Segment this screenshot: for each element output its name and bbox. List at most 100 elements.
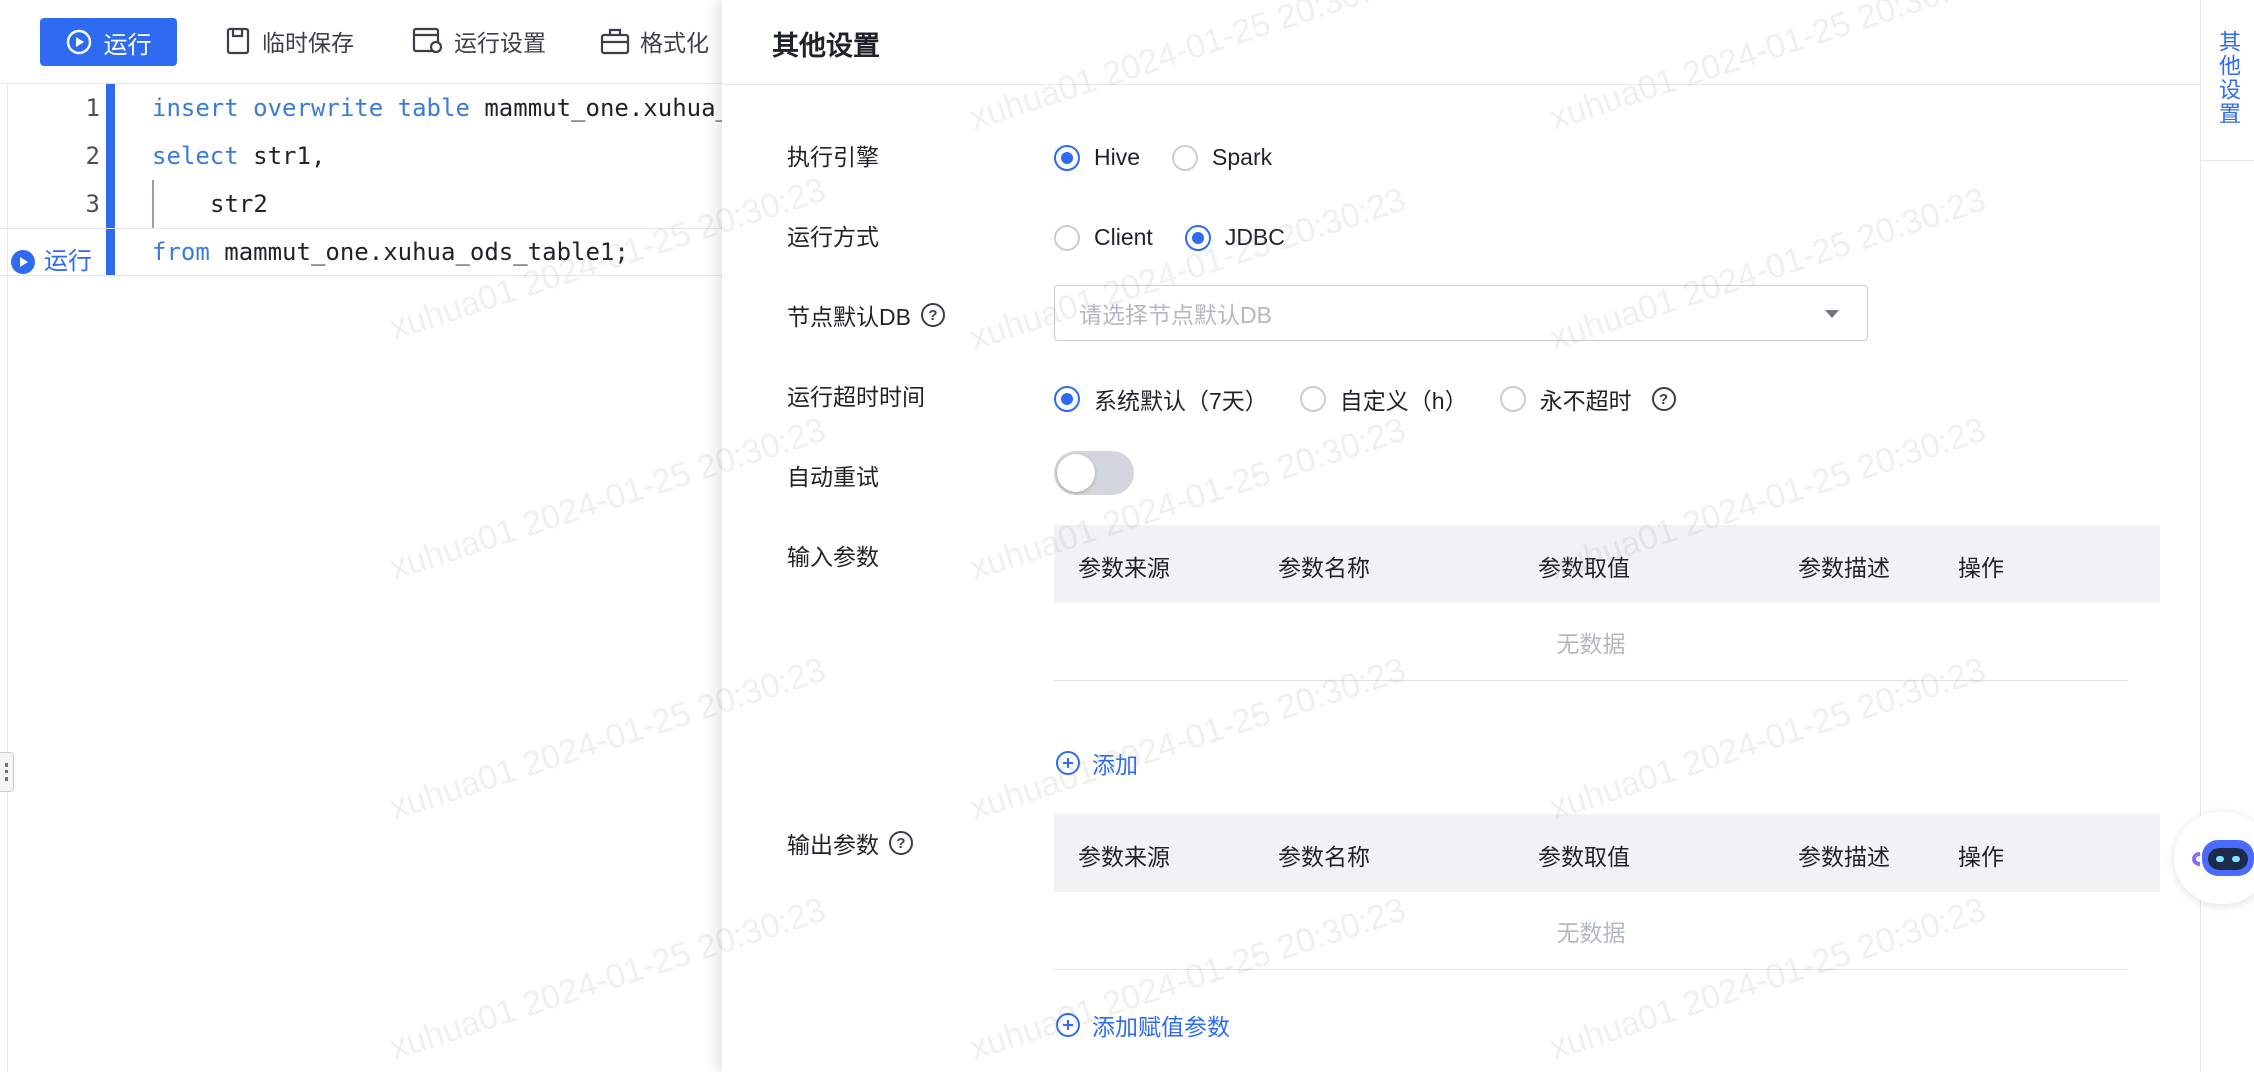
input-params-label-text: 输入参数 <box>787 544 879 570</box>
temp-save-button[interactable]: 临时保存 <box>226 24 354 58</box>
timeout-option-custom[interactable]: 自定义（h） <box>1299 382 1468 416</box>
settings-window-icon <box>412 27 443 54</box>
empty-state: 无数据 <box>1054 892 2128 970</box>
tab-other-settings[interactable]: 其他设置 <box>2201 20 2254 136</box>
column-header: 参数取值 <box>1538 555 1630 581</box>
code-line-3[interactable]: 3 str2 <box>0 180 722 228</box>
radio-label: JDBC <box>1224 224 1285 250</box>
table-header: 参数来源 参数名称 参数取值 参数描述 操作 <box>1054 525 2160 603</box>
column-header: 操作 <box>1958 844 2004 870</box>
temp-save-label: 临时保存 <box>262 30 354 56</box>
column-header: 参数名称 <box>1278 555 1370 581</box>
auto-retry-label-text: 自动重试 <box>787 464 879 490</box>
code-text: from mammut_one.xuhua_ods_table1; <box>152 228 629 276</box>
run-settings-label: 运行设置 <box>454 30 546 56</box>
radio-dot <box>1184 224 1211 251</box>
run-settings-button[interactable]: 运行设置 <box>412 24 546 58</box>
table-header: 参数来源 参数名称 参数取值 参数描述 操作 <box>1054 814 2160 892</box>
inline-run-button[interactable]: 运行 <box>10 238 92 286</box>
run-button[interactable]: 运行 <box>40 18 177 66</box>
run-button-label: 运行 <box>103 31 152 59</box>
format-label: 格式化 <box>640 30 709 56</box>
grip-dots-icon <box>5 763 8 781</box>
line-number: 2 <box>85 142 100 170</box>
empty-state: 无数据 <box>1054 603 2128 681</box>
radio-label: 永不超时 <box>1539 388 1632 414</box>
robot-icon <box>2192 840 2254 876</box>
engine-option-hive[interactable]: Hive <box>1054 144 1140 171</box>
input-params-table: 参数来源 参数名称 参数取值 参数描述 操作 无数据 <box>1054 525 2160 681</box>
keyword: overwrite <box>253 94 384 122</box>
radio-dot <box>1054 224 1080 251</box>
timeout-option-default[interactable]: 系统默认（7天） <box>1054 382 1268 416</box>
resize-handle[interactable] <box>0 752 14 792</box>
timeout-label-text: 运行超时时间 <box>787 384 925 410</box>
help-icon[interactable]: ? <box>889 831 913 855</box>
radio-label: Client <box>1094 224 1153 250</box>
radio-dot <box>1299 386 1326 412</box>
code-line-1[interactable]: 1 insert overwrite table mammut_one.xuhu… <box>0 84 730 132</box>
caret-down-icon <box>1825 310 1839 318</box>
help-icon[interactable]: ? <box>1651 387 1676 411</box>
output-params-table: 参数来源 参数名称 参数取值 参数描述 操作 无数据 <box>1054 814 2160 970</box>
code-text: insert overwrite table mammut_one.xuhua_ <box>152 84 730 132</box>
default-db-select[interactable]: 请选择节点默认DB <box>1054 285 1868 341</box>
radio-dot <box>1054 386 1080 412</box>
code-identifier: str1, <box>253 142 326 170</box>
default-db-label-text: 节点默认DB <box>787 304 911 330</box>
keyword: from <box>152 238 210 266</box>
timeout-label: 运行超时时间 <box>787 378 925 412</box>
play-circle-icon <box>11 250 35 274</box>
select-placeholder: 请选择节点默认DB <box>1079 302 1272 328</box>
right-side-rail: 其他设置 <box>2200 0 2254 1072</box>
radio-label: Spark <box>1212 144 1273 170</box>
engine-label: 执行引擎 <box>787 138 879 172</box>
code-line-4[interactable]: 运行 from mammut_one.xuhua_ods_table1; <box>0 228 722 276</box>
switch-knob <box>1057 454 1095 492</box>
run-mode-label-text: 运行方式 <box>787 224 879 250</box>
drawer-title: 其他设置 <box>772 31 880 61</box>
column-header: 操作 <box>1958 555 2004 581</box>
sql-editor[interactable]: 1 insert overwrite table mammut_one.xuhu… <box>0 84 730 1072</box>
column-header: 参数来源 <box>1078 844 1170 870</box>
engine-option-spark[interactable]: Spark <box>1172 144 1272 171</box>
run-mode-option-client[interactable]: Client <box>1054 224 1153 251</box>
line-number: 1 <box>85 94 100 122</box>
auto-retry-label: 自动重试 <box>787 458 879 492</box>
drawer-divider <box>722 84 2200 85</box>
code-identifier: mammut_one.xuhua_ <box>484 94 730 122</box>
auto-retry-switch[interactable] <box>1054 451 1134 495</box>
inline-run-label: 运行 <box>44 248 92 275</box>
engine-radio-group: Hive Spark <box>1054 144 1304 171</box>
format-button[interactable]: 格式化 <box>600 24 709 58</box>
rail-divider <box>2201 160 2254 161</box>
run-mode-option-jdbc[interactable]: JDBC <box>1184 224 1285 251</box>
default-db-label: 节点默认DB ? <box>787 298 945 332</box>
column-header: 参数名称 <box>1278 844 1370 870</box>
add-link-label: 添加 <box>1092 752 1138 778</box>
column-header: 参数描述 <box>1798 844 1890 870</box>
engine-label-text: 执行引擎 <box>787 144 879 170</box>
plus-circle-icon <box>1056 1013 1080 1037</box>
add-input-param-button[interactable]: 添加 <box>1056 746 1138 780</box>
timeout-option-never[interactable]: 永不超时 <box>1499 382 1632 416</box>
radio-dot <box>1499 386 1526 412</box>
output-params-label: 输出参数 ? <box>787 826 913 860</box>
help-icon[interactable]: ? <box>920 303 945 327</box>
radio-label: 自定义（h） <box>1339 388 1468 414</box>
code-line-2[interactable]: 2 select str1, <box>0 132 722 180</box>
add-link-label: 添加赋值参数 <box>1092 1014 1230 1040</box>
code-text: str2 <box>210 190 268 218</box>
save-icon <box>226 27 250 55</box>
keyword: insert <box>152 94 239 122</box>
column-header: 参数描述 <box>1798 555 1890 581</box>
add-output-param-button[interactable]: 添加赋值参数 <box>1056 1008 1230 1042</box>
assistant-bot-button[interactable] <box>2174 812 2254 904</box>
radio-label: Hive <box>1094 144 1141 170</box>
other-settings-drawer: 其他设置 执行引擎 Hive Spark 运行方式 Client JDBC 节点… <box>722 0 2200 1072</box>
play-circle-icon <box>66 29 91 55</box>
output-params-label-text: 输出参数 <box>787 832 879 858</box>
keyword: table <box>397 94 470 122</box>
code-identifier: mammut_one.xuhua_ods_table1; <box>224 238 629 266</box>
column-header: 参数来源 <box>1078 555 1170 581</box>
